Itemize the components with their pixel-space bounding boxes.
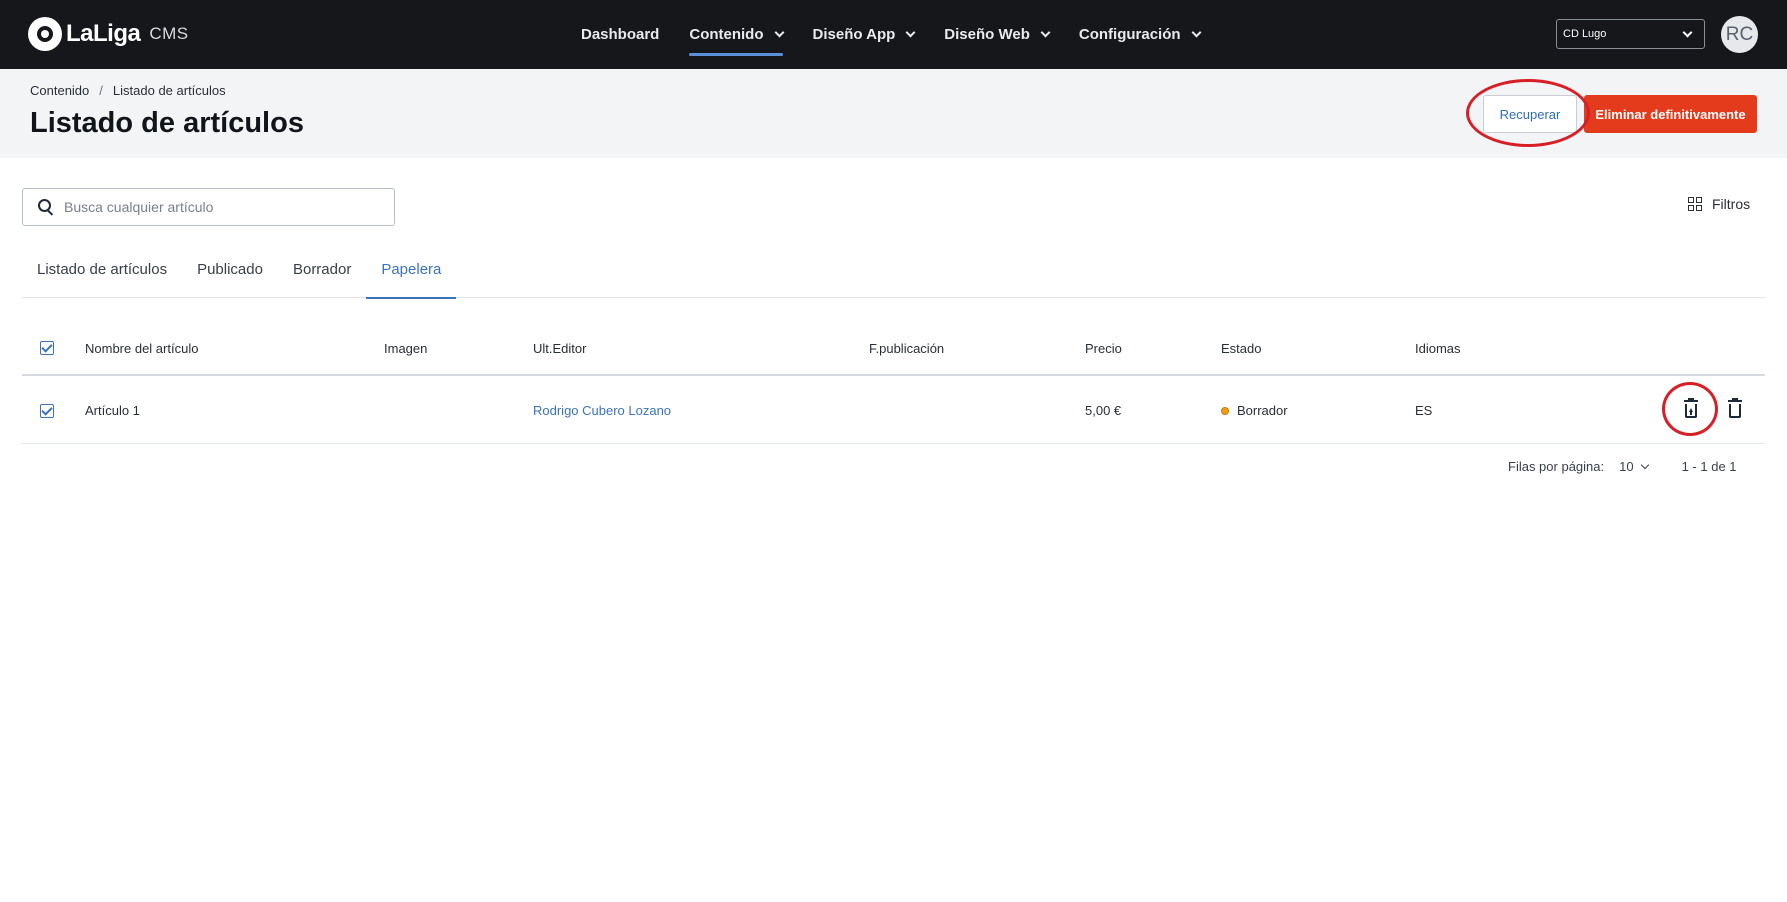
status-dot-icon xyxy=(1221,406,1229,415)
logo-text: LaLiga xyxy=(66,20,141,47)
breadcrumb: Contenido / Listado de artículos xyxy=(30,83,226,98)
column-header-publication-date[interactable]: F.publicación xyxy=(869,330,944,366)
column-header-name[interactable]: Nombre del artículo xyxy=(85,330,198,366)
chevron-down-icon xyxy=(774,27,784,38)
top-navigation-bar: LaLiga CMS Dashboard Contenido Diseño Ap… xyxy=(0,0,1787,69)
grid-icon xyxy=(1688,197,1702,211)
article-status: Borrador xyxy=(1221,378,1288,443)
article-editor-link[interactable]: Rodrigo Cubero Lozano xyxy=(533,378,671,443)
nav-item-configuracion[interactable]: Configuración xyxy=(1078,0,1201,69)
pagination: Filas por página: 10 1 - 1 de 1 xyxy=(1508,459,1737,474)
restore-from-trash-icon[interactable] xyxy=(1682,398,1700,421)
delete-permanently-button[interactable]: Eliminar definitivamente xyxy=(1584,95,1757,133)
club-select[interactable]: CD Lugo xyxy=(1556,19,1705,49)
nav-item-label: Diseño App xyxy=(812,26,896,43)
nav-item-label: Configuración xyxy=(1078,26,1181,43)
tab-publicado[interactable]: Publicado xyxy=(182,248,278,290)
chevron-down-icon xyxy=(905,27,916,38)
tab-borrador[interactable]: Borrador xyxy=(278,248,366,290)
article-price: 5,00 € xyxy=(1085,403,1122,418)
laliga-logo-icon xyxy=(28,17,62,51)
nav-item-label: Contenido xyxy=(689,26,764,43)
checkbox-checked-icon xyxy=(40,403,54,418)
recover-button[interactable]: Recuperar xyxy=(1483,95,1577,133)
page-title: Listado de artículos xyxy=(30,107,304,139)
filters-button[interactable]: Filtros xyxy=(1688,196,1750,212)
rows-per-page-value: 10 xyxy=(1619,459,1634,474)
nav-item-label: Dashboard xyxy=(581,26,660,43)
nav-item-contenido[interactable]: Contenido xyxy=(689,0,784,69)
article-tabs: Listado de artículos Publicado Borrador … xyxy=(22,256,1765,299)
tab-listado[interactable]: Listado de artículos xyxy=(22,248,182,290)
chevron-down-icon xyxy=(1682,27,1693,38)
select-all-checkbox[interactable] xyxy=(40,330,54,366)
chevron-down-icon xyxy=(1640,460,1649,470)
filters-label: Filtros xyxy=(1712,196,1751,212)
breadcrumb-separator: / xyxy=(99,83,103,98)
user-avatar[interactable]: RC xyxy=(1721,16,1758,53)
breadcrumb-parent[interactable]: Contenido xyxy=(30,83,89,98)
delete-trash-icon[interactable] xyxy=(1726,398,1744,421)
nav-item-label: Diseño Web xyxy=(944,26,1030,43)
rows-per-page-select[interactable]: 10 xyxy=(1619,459,1649,474)
app-logo[interactable]: LaLiga CMS xyxy=(28,17,189,51)
column-header-status[interactable]: Estado xyxy=(1221,330,1261,366)
logo-suffix: CMS xyxy=(149,24,189,43)
column-header-image: Imagen xyxy=(384,340,428,356)
column-header-editor[interactable]: Ult.Editor xyxy=(533,330,586,366)
table-header: Nombre del artículo Imagen Ult.Editor F.… xyxy=(22,330,1765,376)
nav-item-diseno-app[interactable]: Diseño App xyxy=(812,0,916,69)
club-select-value: CD Lugo xyxy=(1563,28,1607,40)
tab-papelera[interactable]: Papelera xyxy=(366,248,457,299)
pagination-range: 1 - 1 de 1 xyxy=(1681,459,1737,474)
chevron-down-icon xyxy=(1191,27,1201,38)
search-icon xyxy=(38,199,52,213)
nav-item-dashboard[interactable]: Dashboard xyxy=(581,0,659,69)
article-languages: ES xyxy=(1415,403,1433,418)
status-label: Borrador xyxy=(1237,403,1288,418)
breadcrumb-current: Listado de artículos xyxy=(112,83,226,98)
search-input[interactable] xyxy=(64,196,384,218)
table-row[interactable]: Artículo 1 Rodrigo Cubero Lozano 5,00 € … xyxy=(22,378,1765,444)
row-checkbox[interactable] xyxy=(40,378,54,443)
column-header-price[interactable]: Precio xyxy=(1085,330,1122,366)
nav-item-diseno-web[interactable]: Diseño Web xyxy=(944,0,1051,69)
column-header-languages: Idiomas xyxy=(1415,340,1461,356)
search-box xyxy=(22,188,395,226)
checkbox-checked-icon xyxy=(40,341,54,355)
article-name[interactable]: Artículo 1 xyxy=(85,378,140,443)
main-nav: Dashboard Contenido Diseño App Diseño We… xyxy=(581,0,1230,69)
rows-per-page-label: Filas por página: xyxy=(1508,459,1605,474)
chevron-down-icon xyxy=(1040,27,1051,38)
